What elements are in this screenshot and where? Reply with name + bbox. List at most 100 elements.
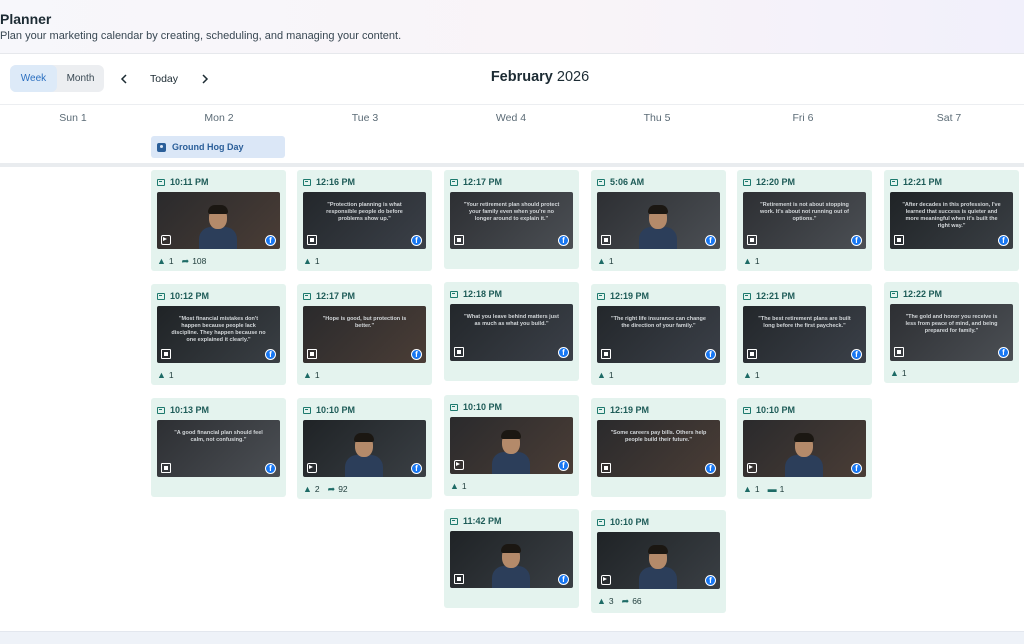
reel-icon	[307, 463, 317, 473]
likes-stat: ▲ 1	[743, 370, 760, 380]
post-stats: ▲ 2 ➦ 92	[303, 483, 356, 495]
likes-stat: ▲ 1	[597, 256, 614, 266]
post-time-text: 11:42 PM	[463, 516, 502, 526]
post-thumbnail[interactable]: f	[597, 532, 720, 589]
post-thumbnail[interactable]: "Retirement is not about stopping work. …	[743, 192, 866, 249]
post-time-text: 12:20 PM	[756, 177, 796, 187]
post-thumbnail[interactable]: "Some careers pay bills. Others help peo…	[597, 420, 720, 477]
post-card[interactable]: 10:10 PM f ▲ 1 ▬ 1	[737, 398, 872, 499]
thumbs-up-icon: ▲	[157, 370, 166, 380]
comments-stat-value: 1	[779, 484, 785, 494]
bottom-strip	[0, 631, 1024, 644]
post-thumbnail[interactable]: "A good financial plan should feel calm,…	[157, 420, 280, 477]
post-time: 12:22 PM	[890, 288, 942, 300]
day-header: Tue 3	[351, 112, 379, 124]
post-thumbnail[interactable]: f	[450, 417, 573, 474]
post-schedule-icon	[890, 178, 898, 186]
post-thumbnail[interactable]: "The best retirement plans are built lon…	[743, 306, 866, 363]
post-card[interactable]: 10:10 PM f ▲ 3 ➦ 66	[591, 510, 726, 613]
post-thumbnail[interactable]: "The right life insurance can change the…	[597, 306, 720, 363]
post-thumbnail[interactable]: "Most financial mistakes don't happen be…	[157, 306, 280, 363]
post-card[interactable]: 12:18 PM "What you leave behind matters j…	[444, 282, 579, 381]
likes-stat-value: 3	[608, 596, 614, 606]
post-time: 12:21 PM	[890, 176, 942, 188]
post-schedule-icon	[450, 178, 458, 186]
carousel-icon	[454, 347, 464, 357]
post-time: 12:18 PM	[450, 288, 502, 300]
post-card[interactable]: 12:21 PM "The best retirement plans are b…	[737, 284, 872, 385]
shares-stat-value: 66	[632, 596, 642, 606]
likes-stat: ▲ 1	[890, 368, 907, 378]
carousel-icon	[601, 463, 611, 473]
post-card[interactable]: 12:17 PM "Hope is good, but protection is…	[297, 284, 432, 385]
post-thumbnail[interactable]: f	[743, 420, 866, 477]
holiday-event[interactable]: Ground Hog Day	[151, 136, 285, 158]
day-header-row: Sun 1 Mon 2 Tue 3 Wed 4 Thu 5 Fri 6 Sat 7	[0, 104, 1024, 130]
post-thumbnail[interactable]: "What you leave behind matters just as m…	[450, 304, 573, 361]
post-card[interactable]: 12:17 PM "Your retirement plan should pro…	[444, 170, 579, 269]
post-time: 10:10 PM	[743, 404, 795, 416]
carousel-icon	[894, 347, 904, 357]
year: 2026	[556, 69, 590, 85]
likes-stat-value: 2	[314, 484, 320, 494]
post-card[interactable]: 5:06 AM f ▲ 1	[591, 170, 726, 271]
post-caption: "Protection planning is what responsible…	[326, 202, 403, 222]
post-card[interactable]: 12:19 PM "The right life insurance can ch…	[591, 284, 726, 385]
post-thumbnail[interactable]: f	[303, 420, 426, 477]
post-card[interactable]: 10:10 PM f ▲ 2 ➦ 92	[297, 398, 432, 499]
post-time: 10:10 PM	[597, 516, 649, 528]
post-stats: ▲ 1	[157, 369, 182, 381]
post-time: 12:19 PM	[597, 290, 649, 302]
facebook-icon: f	[705, 575, 716, 586]
post-time: 12:19 PM	[597, 404, 649, 416]
month-name: February	[490, 69, 553, 85]
post-thumbnail[interactable]: "Protection planning is what responsible…	[303, 192, 426, 249]
post-thumbnail[interactable]: "After decades in this profession, I've …	[890, 192, 1013, 249]
today-button[interactable]: Today	[138, 68, 190, 90]
week-view-button[interactable]: Week	[10, 65, 57, 92]
thumbs-up-icon: ▲	[303, 484, 312, 494]
post-thumbnail[interactable]: "The gold and honor you receive is less …	[890, 304, 1013, 361]
page-subtitle: Plan your marketing calendar by creating…	[0, 30, 402, 42]
post-schedule-icon	[890, 290, 898, 298]
calendar-toolbar: Week Month Today February 2026	[0, 55, 1024, 103]
next-week-button[interactable]	[194, 68, 216, 90]
carousel-icon	[601, 349, 611, 359]
post-card[interactable]: 12:21 PM "After decades in this professio…	[884, 170, 1019, 271]
holiday-icon	[157, 142, 166, 152]
post-card[interactable]: 10:11 PM f ▲ 1 ➦ 108	[151, 170, 286, 271]
post-card[interactable]: 10:12 PM "Most financial mistakes don't h…	[151, 284, 286, 385]
share-icon: ➦	[181, 255, 190, 266]
post-schedule-icon	[450, 517, 458, 525]
facebook-icon: f	[411, 235, 422, 246]
likes-stat: ▲ 3	[597, 596, 614, 606]
post-thumbnail[interactable]: f	[597, 192, 720, 249]
post-card[interactable]: 12:19 PM "Some careers pay bills. Others …	[591, 398, 726, 497]
post-card[interactable]: 12:20 PM "Retirement is not about stoppin…	[737, 170, 872, 271]
post-thumbnail[interactable]: "Hope is good, but protection is better.…	[303, 306, 426, 363]
facebook-icon: f	[851, 235, 862, 246]
post-thumbnail[interactable]: "Your retirement plan should protect you…	[450, 192, 573, 249]
post-card[interactable]: 12:16 PM "Protection planning is what res…	[297, 170, 432, 271]
post-card[interactable]: 10:13 PM "A good financial plan should fe…	[151, 398, 286, 497]
person-image	[492, 544, 530, 588]
post-time: 11:42 PM	[450, 515, 502, 527]
post-schedule-icon	[157, 292, 165, 300]
previous-week-button[interactable]	[113, 68, 135, 90]
post-stats: ▲ 1 ▬ 1	[743, 483, 792, 495]
month-view-button[interactable]: Month	[57, 65, 104, 92]
post-thumbnail[interactable]: f	[157, 192, 280, 249]
carousel-icon	[307, 349, 317, 359]
post-card[interactable]: 12:22 PM "The gold and honor you receive …	[884, 282, 1019, 383]
likes-stat-value: 1	[754, 370, 760, 380]
person-image	[639, 545, 677, 589]
likes-stat-value: 1	[168, 256, 174, 266]
post-time-text: 12:16 PM	[316, 177, 356, 187]
facebook-icon: f	[265, 235, 276, 246]
post-thumbnail[interactable]: f	[450, 531, 573, 588]
post-stats: ▲ 1	[450, 480, 475, 492]
post-schedule-icon	[157, 406, 165, 414]
post-card[interactable]: 11:42 PM f	[444, 509, 579, 608]
facebook-icon: f	[558, 460, 569, 471]
post-card[interactable]: 10:10 PM f ▲ 1	[444, 395, 579, 496]
